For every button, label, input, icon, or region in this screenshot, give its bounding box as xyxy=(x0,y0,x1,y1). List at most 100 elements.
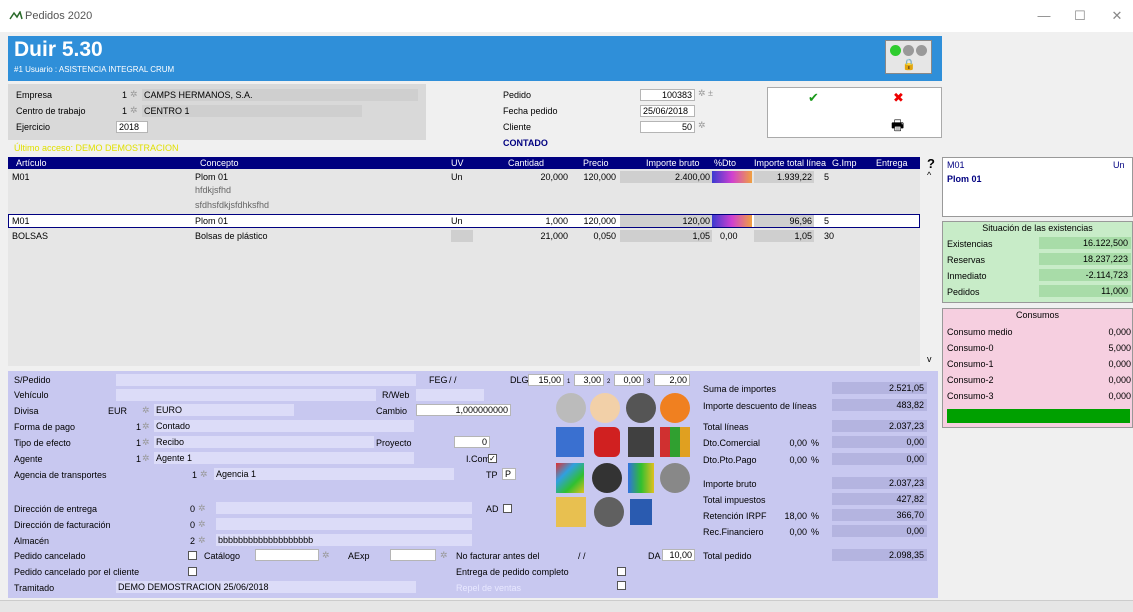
dto-com-pct[interactable]: 0,00 xyxy=(777,438,807,448)
lookup-icon[interactable]: ✲ xyxy=(322,550,330,561)
contacts-icon[interactable] xyxy=(626,393,656,423)
table-cell[interactable]: 5 xyxy=(824,172,829,182)
lookup-icon[interactable]: ✲ ± xyxy=(698,88,713,99)
divisa-code[interactable]: EUR xyxy=(108,406,127,416)
table-cell[interactable] xyxy=(451,230,473,242)
recfin-pct[interactable]: 0,00 xyxy=(777,527,807,537)
calculator-icon[interactable] xyxy=(628,427,654,457)
table-cell[interactable]: 0,050 xyxy=(576,231,616,241)
entrega-completo-checkbox[interactable] xyxy=(617,567,626,576)
col-articulo[interactable]: Artículo xyxy=(16,158,47,168)
binders-icon[interactable] xyxy=(660,427,690,457)
col-cantidad[interactable]: Cantidad xyxy=(508,158,544,168)
minimize-icon[interactable]: — xyxy=(1034,8,1054,23)
dir-fact-code[interactable]: 0 xyxy=(190,520,195,530)
word-icon[interactable] xyxy=(630,499,652,525)
table-cell[interactable]: 120,000 xyxy=(576,216,616,226)
col-precio[interactable]: Precio xyxy=(583,158,609,168)
agente-code[interactable]: 1 xyxy=(136,454,141,464)
col-gimp[interactable]: G.Imp xyxy=(832,158,857,168)
discount-icon[interactable] xyxy=(712,171,752,183)
spedido-field[interactable] xyxy=(116,374,416,386)
close-icon[interactable]: ✕ xyxy=(1107,8,1127,24)
accept-button[interactable]: ✔ xyxy=(808,90,819,106)
dlg1-field[interactable]: 15,00 xyxy=(528,374,564,386)
scroll-down-icon[interactable]: v xyxy=(927,354,932,364)
tp-field[interactable]: P xyxy=(502,468,516,480)
almacen-code[interactable]: 2 xyxy=(190,536,195,546)
tax-icon[interactable] xyxy=(594,427,620,457)
table-cell[interactable]: 1,05 xyxy=(620,230,712,242)
help-icon[interactable]: ? xyxy=(927,156,935,171)
catalogo-field[interactable] xyxy=(255,549,319,561)
lookup-icon[interactable]: ✲ xyxy=(142,453,150,464)
tipo-code[interactable]: 1 xyxy=(136,438,141,448)
lookup-icon[interactable]: ✲ xyxy=(142,405,150,416)
table-cell[interactable]: 96,96 xyxy=(754,215,814,227)
cambio-field[interactable]: 1,000000000 xyxy=(416,404,511,416)
table-scrollbar[interactable]: ^ v xyxy=(925,170,937,366)
lookup-icon[interactable]: ✲ xyxy=(142,437,150,448)
lookup-icon[interactable]: ✲ xyxy=(200,469,208,480)
table-cell[interactable]: Plom 01 xyxy=(195,216,228,226)
icom-checkbox[interactable]: ✓ xyxy=(488,454,497,463)
chat-icon[interactable] xyxy=(556,393,586,423)
fecha-field[interactable]: 25/06/2018 xyxy=(640,105,695,117)
table-cell[interactable]: 30 xyxy=(824,231,834,241)
rweb-field[interactable] xyxy=(416,389,484,401)
ejercicio-field[interactable]: 2018 xyxy=(116,121,148,133)
aexp-field[interactable] xyxy=(390,549,436,561)
forma-code[interactable]: 1 xyxy=(136,422,141,432)
lookup-icon[interactable]: ✲ xyxy=(198,503,206,514)
dlg3-field[interactable]: 0,00 xyxy=(614,374,644,386)
pedido-field[interactable]: 100383 xyxy=(640,89,695,101)
col-uv[interactable]: UV xyxy=(451,158,464,168)
proyecto-field[interactable]: 0 xyxy=(454,436,490,448)
puzzle-icon[interactable] xyxy=(556,463,584,493)
cancelado-cliente-checkbox[interactable] xyxy=(188,567,197,576)
table-cell[interactable]: 0,00 xyxy=(720,231,738,241)
lookup-icon[interactable]: ✲ xyxy=(440,550,448,561)
discount-icon[interactable] xyxy=(712,215,752,227)
dir-entrega-field[interactable] xyxy=(216,502,472,514)
agent-icon[interactable] xyxy=(594,497,624,527)
feg-field[interactable]: / / xyxy=(449,375,457,385)
table-cell[interactable]: Bolsas de plástico xyxy=(195,231,268,241)
table-cell[interactable]: 120,000 xyxy=(576,172,616,182)
message-icon[interactable] xyxy=(660,393,690,423)
da-field[interactable]: 10,00 xyxy=(662,549,695,561)
empresa-code[interactable]: 1 xyxy=(122,90,127,100)
table-cell[interactable]: Un xyxy=(451,172,463,182)
lookup-icon[interactable]: ✲ xyxy=(130,89,138,100)
table-cell[interactable]: 21,000 xyxy=(528,231,568,241)
dto-pp-pct[interactable]: 0,00 xyxy=(777,455,807,465)
documents-icon[interactable] xyxy=(556,427,584,457)
table-cell[interactable]: M01 xyxy=(12,216,30,226)
table-cell[interactable]: BOLSAS xyxy=(12,231,48,241)
dir-fact-field[interactable] xyxy=(216,518,472,530)
table-cell[interactable]: 2.400,00 xyxy=(620,171,712,183)
col-concepto[interactable]: Concepto xyxy=(200,158,239,168)
irpf-pct[interactable]: 18,00 xyxy=(777,511,807,521)
chart-icon[interactable] xyxy=(628,463,654,493)
col-bruto[interactable]: Importe bruto xyxy=(646,158,700,168)
col-entrega[interactable]: Entrega xyxy=(876,158,908,168)
table-cell[interactable]: 20,000 xyxy=(528,172,568,182)
col-total[interactable]: Importe total línea xyxy=(754,158,826,168)
scroll-up-icon[interactable]: ^ xyxy=(927,170,931,180)
vehiculo-field[interactable] xyxy=(116,389,376,401)
cliente-field[interactable]: 50 xyxy=(640,121,695,133)
user-icon[interactable] xyxy=(590,393,620,423)
table-cell[interactable]: Un xyxy=(451,216,463,226)
folder-clock-icon[interactable] xyxy=(556,497,586,527)
lookup-icon[interactable]: ✲ xyxy=(198,535,206,546)
dir-entrega-code[interactable]: 0 xyxy=(190,504,195,514)
maximize-icon[interactable]: ☐ xyxy=(1070,8,1090,24)
status-lights[interactable]: 🔒 xyxy=(885,40,932,74)
dlg4-field[interactable]: 2,00 xyxy=(654,374,690,386)
table-cell[interactable]: 1,05 xyxy=(754,230,814,242)
lookup-icon[interactable]: ✲ xyxy=(130,105,138,116)
centro-code[interactable]: 1 xyxy=(122,106,127,116)
lookup-icon[interactable]: ✲ xyxy=(698,120,706,131)
no-facturar-field[interactable]: / / xyxy=(578,551,586,561)
